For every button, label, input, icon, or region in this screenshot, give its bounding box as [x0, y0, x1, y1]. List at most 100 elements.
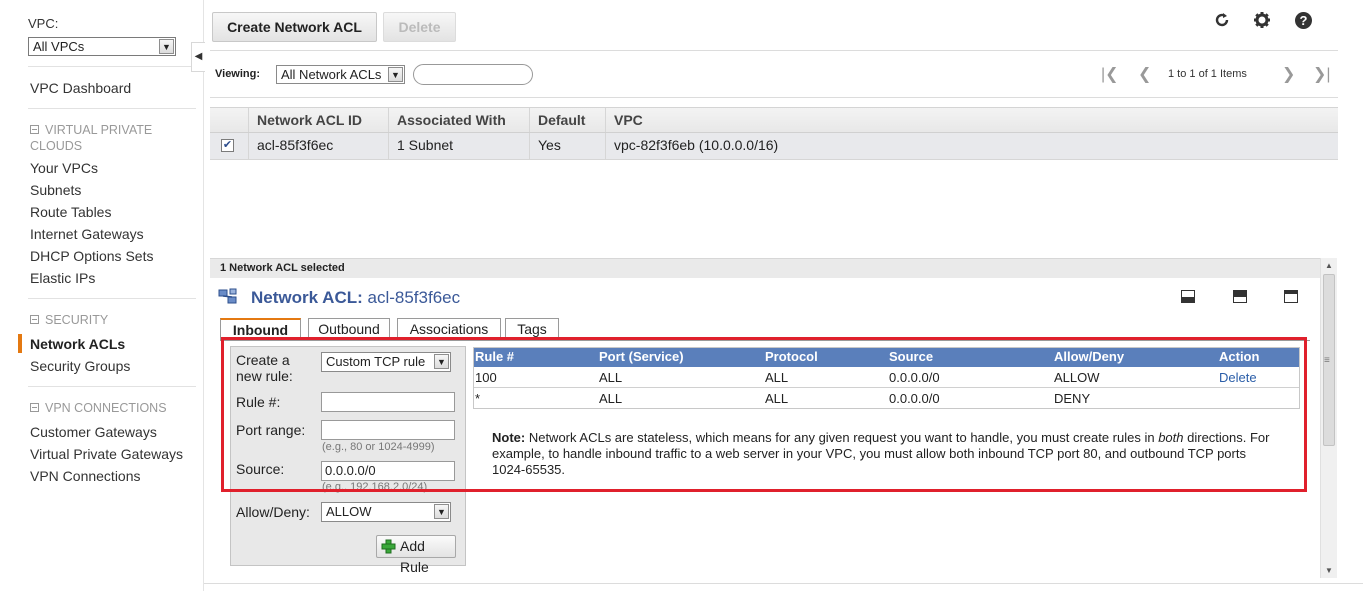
create-rule-label-2: new rule:	[236, 368, 293, 384]
rule-allow: DENY	[1054, 391, 1091, 406]
chevron-down-icon[interactable]: ▼	[434, 354, 449, 369]
nav-network-acls[interactable]: Network ACLs	[30, 336, 125, 352]
divider	[28, 298, 196, 299]
tab-tags[interactable]: Tags	[505, 318, 559, 340]
rules-col-allow: Allow/Deny	[1054, 349, 1125, 364]
chevron-left-icon: ◀	[194, 51, 203, 62]
divider	[28, 66, 196, 67]
rule-protocol: ALL	[765, 391, 789, 406]
delete-rule-link[interactable]: Delete	[1219, 368, 1257, 388]
divider	[28, 108, 196, 109]
rules-col-port: Port (Service)	[599, 349, 684, 364]
note-bold: Note:	[492, 430, 526, 445]
chevron-down-icon[interactable]: ▼	[434, 504, 449, 519]
rule-port: ALL	[599, 391, 623, 406]
pager-text: 1 to 1 of 1 Items	[1168, 68, 1247, 80]
rule-row: 100 ALL ALL 0.0.0.0/0 ALLOW Delete	[473, 368, 1300, 388]
create-network-acl-button[interactable]: Create Network ACL	[212, 12, 377, 42]
prev-page-icon[interactable]: ❮	[1138, 64, 1151, 84]
rule-number-field[interactable]	[321, 392, 455, 412]
tab-associations[interactable]: Associations	[397, 318, 501, 340]
vpc-filter-select[interactable]: All VPCs ▼	[28, 37, 176, 56]
nav-virtual-private-gateways[interactable]: Virtual Private Gateways	[30, 446, 183, 462]
detail-title: Network ACL: acl-85f3f6ec	[251, 288, 460, 308]
chevron-down-icon[interactable]: ▼	[388, 67, 403, 82]
last-page-icon[interactable]: ❯|	[1313, 64, 1331, 84]
stateless-note: Note: Network ACLs are stateless, which …	[492, 430, 1282, 478]
nav-dhcp-options-sets[interactable]: DHCP Options Sets	[30, 248, 153, 264]
plus-icon	[381, 539, 396, 554]
cell-default: Yes	[529, 133, 605, 159]
rule-source: 0.0.0.0/0	[889, 370, 940, 385]
first-page-icon[interactable]: |❮	[1101, 64, 1119, 84]
section-vpc[interactable]: VIRTUAL PRIVATE CLOUDS	[30, 122, 152, 154]
pane-minimize-icon[interactable]	[1181, 290, 1195, 303]
nav-customer-gateways[interactable]: Customer Gateways	[30, 424, 157, 440]
note-text-1: Network ACLs are stateless, which means …	[525, 430, 1159, 445]
rule-row: * ALL ALL 0.0.0.0/0 DENY	[473, 389, 1300, 409]
rule-protocol: ALL	[765, 370, 789, 385]
nav-subnets[interactable]: Subnets	[30, 182, 81, 198]
scroll-up-icon[interactable]: ▲	[1325, 261, 1333, 270]
tab-inbound[interactable]: Inbound	[220, 318, 301, 341]
sidebar: VPC: All VPCs ▼ VPC Dashboard VIRTUAL PR…	[0, 0, 204, 591]
delete-button[interactable]: Delete	[383, 12, 456, 42]
detail-title-value: acl-85f3f6ec	[367, 288, 461, 307]
note-italic: both	[1158, 430, 1184, 445]
refresh-icon[interactable]	[1212, 10, 1232, 30]
chevron-down-icon[interactable]: ▼	[159, 39, 174, 54]
help-icon[interactable]: ?	[1295, 12, 1312, 29]
add-rule-button[interactable]: Add Rule	[376, 535, 456, 575]
cell-associated: 1 Subnet	[388, 133, 529, 159]
scroll-grip-icon: ≡	[1324, 355, 1330, 366]
pane-maximize-icon[interactable]	[1284, 290, 1298, 303]
pane-half-icon[interactable]	[1233, 290, 1247, 303]
nav-route-tables[interactable]: Route Tables	[30, 204, 111, 220]
nav-elastic-ips[interactable]: Elastic IPs	[30, 270, 95, 286]
section-vpn[interactable]: VPN CONNECTIONS	[30, 400, 167, 416]
divider	[210, 97, 1338, 98]
divider	[28, 386, 196, 387]
source-hint: (e.g., 192.168.2.0/24)	[322, 481, 428, 493]
tab-outbound[interactable]: Outbound	[308, 318, 390, 340]
nav-vpn-connections[interactable]: VPN Connections	[30, 468, 141, 484]
col-associated-with[interactable]: Associated With	[388, 108, 529, 132]
col-network-acl-id[interactable]: Network ACL ID	[248, 108, 388, 132]
detail-scrollbar[interactable]: ▲ ≡ ▼	[1320, 258, 1337, 578]
section-security[interactable]: SECURITY	[30, 312, 108, 328]
gear-icon[interactable]	[1252, 10, 1272, 30]
col-default[interactable]: Default	[529, 108, 605, 132]
section-vpc-label-1: VIRTUAL PRIVATE	[45, 123, 153, 137]
rule-number: *	[475, 391, 481, 406]
nav-internet-gateways[interactable]: Internet Gateways	[30, 226, 144, 242]
col-vpc[interactable]: VPC	[605, 108, 1338, 132]
nav-vpc-dashboard[interactable]: VPC Dashboard	[30, 80, 131, 96]
source-field[interactable]: 0.0.0.0/0	[321, 461, 455, 481]
section-vpn-label: VPN CONNECTIONS	[45, 401, 167, 415]
search-input[interactable]	[413, 64, 533, 85]
vpc-filter-value: All VPCs	[33, 39, 85, 54]
nav-your-vpcs[interactable]: Your VPCs	[30, 160, 98, 176]
allow-deny-select[interactable]: ALLOW ▼	[321, 502, 451, 522]
row-checkbox[interactable]: ✔	[221, 139, 234, 152]
collapse-icon[interactable]	[30, 403, 39, 412]
rule-number: 100	[475, 370, 497, 385]
collapse-icon[interactable]	[30, 315, 39, 324]
viewing-select[interactable]: All Network ACLs ▼	[276, 65, 405, 84]
detail-title-prefix: Network ACL:	[251, 288, 363, 307]
tab-divider	[220, 340, 1310, 341]
port-range-hint: (e.g., 80 or 1024-4999)	[322, 441, 435, 453]
rule-type-select[interactable]: Custom TCP rule ▼	[321, 352, 451, 372]
collapse-icon[interactable]	[30, 125, 39, 134]
collapse-sidebar-button[interactable]: ◀	[191, 42, 205, 72]
port-range-field[interactable]	[321, 420, 455, 440]
add-rule-label: Add Rule	[400, 538, 429, 575]
grid-header: Network ACL ID Associated With Default V…	[210, 107, 1338, 133]
cell-vpc: vpc-82f3f6eb (10.0.0.0/16)	[605, 133, 1338, 159]
cell-acl-id: acl-85f3f6ec	[248, 133, 388, 159]
nav-security-groups[interactable]: Security Groups	[30, 358, 130, 374]
table-row[interactable]: ✔ acl-85f3f6ec 1 Subnet Yes vpc-82f3f6eb…	[210, 133, 1338, 160]
next-page-icon[interactable]: ❯	[1282, 64, 1295, 84]
viewing-select-value: All Network ACLs	[281, 67, 382, 82]
scroll-down-icon[interactable]: ▼	[1325, 566, 1333, 575]
